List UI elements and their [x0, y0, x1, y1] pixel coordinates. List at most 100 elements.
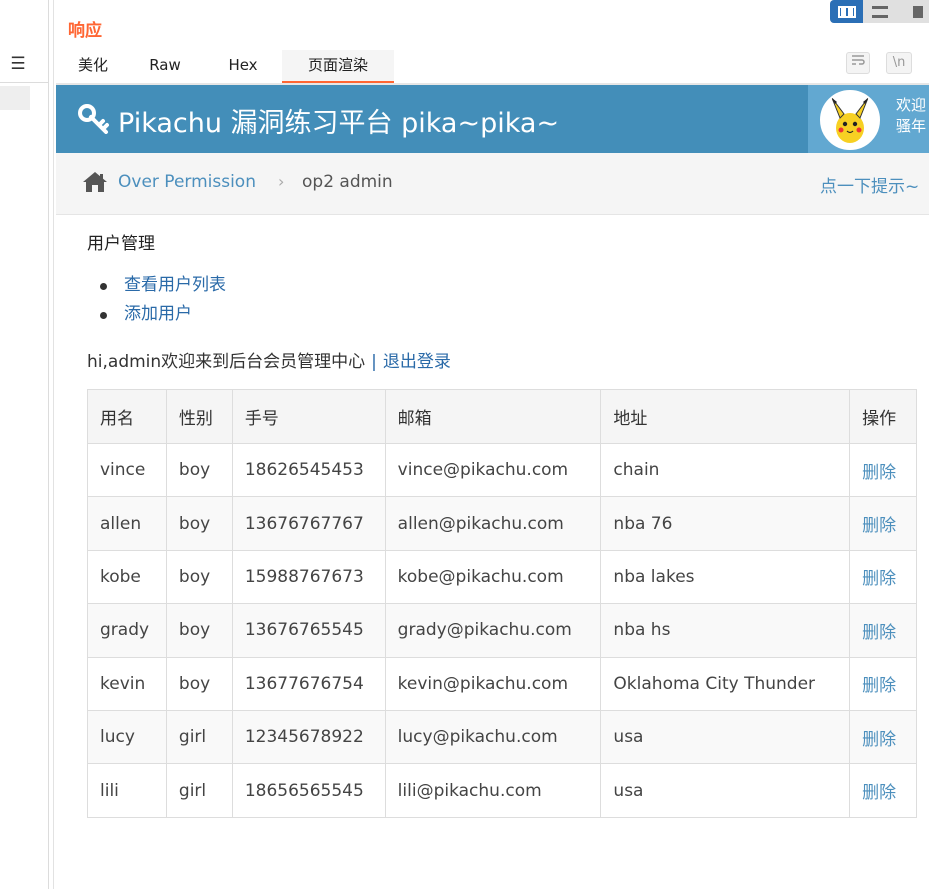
cell-email: grady@pikachu.com: [384, 603, 602, 658]
users-table: 用名 性别 手号 邮箱 地址 操作 vince boy 18626545453 …: [87, 389, 917, 818]
wrap-glyph: [852, 55, 865, 65]
cell-username: kobe: [87, 549, 167, 605]
cell-address: nba hs: [600, 603, 851, 658]
greeting-text: hi,admin欢迎来到后台会员管理中心: [87, 352, 366, 372]
cell-address: nba 76: [600, 496, 851, 551]
table-row: lucy girl 12345678922 lucy@pikachu.com u…: [87, 709, 917, 765]
panel-icon: [912, 5, 923, 18]
cell-username: lili: [87, 763, 167, 818]
tab-raw[interactable]: Raw: [126, 50, 204, 84]
tab-pretty[interactable]: 美化: [60, 50, 126, 84]
cell-email: lucy@pikachu.com: [384, 709, 602, 765]
cell-sex: boy: [165, 442, 233, 498]
cell-sex: boy: [165, 549, 233, 605]
breadcrumb-separator: ›: [278, 172, 285, 191]
hint-link[interactable]: 点一下提示~: [820, 172, 919, 197]
breadcrumb-link[interactable]: Over Permission: [118, 172, 256, 192]
breadcrumb-current: op2 admin: [302, 172, 393, 192]
table-header-row: 用名 性别 手号 邮箱 地址 操作: [87, 389, 917, 444]
col-header-action: 操作: [849, 389, 917, 444]
cell-address: nba lakes: [600, 549, 851, 605]
columns-icon: [837, 5, 856, 18]
cell-address: usa: [600, 709, 851, 765]
tab-render[interactable]: 页面渲染: [282, 50, 394, 84]
left-sidebar: ☰: [0, 0, 49, 889]
cell-address: usa: [600, 763, 851, 818]
cell-email: kevin@pikachu.com: [384, 656, 602, 711]
delete-link[interactable]: 删除: [849, 442, 917, 498]
cell-phone: 15988767673: [231, 549, 386, 605]
cell-username: allen: [87, 496, 167, 551]
table-row: kobe boy 15988767673 kobe@pikachu.com nb…: [87, 549, 917, 605]
col-header-email: 邮箱: [384, 389, 602, 444]
add-user-link[interactable]: 添加用户: [124, 304, 192, 324]
col-header-sex: 性别: [165, 389, 233, 444]
greeting-separator: |: [371, 352, 377, 372]
view-toggle: [830, 0, 929, 23]
col-header-username: 用名: [87, 389, 167, 444]
action-links: 查看用户列表 添加用户: [100, 272, 226, 330]
delete-link[interactable]: 删除: [849, 656, 917, 711]
site-banner: Pikachu 漏洞练习平台 pika~pika~: [56, 85, 929, 153]
cell-phone: 12345678922: [231, 709, 386, 765]
key-icon: [78, 104, 109, 134]
user-line-1: 欢迎: [896, 96, 927, 114]
cell-phone: 18626545453: [231, 442, 386, 498]
response-tabs: 美化 Raw Hex 页面渲染: [60, 50, 394, 84]
cell-address: chain: [600, 442, 851, 498]
rows-icon: [871, 5, 888, 18]
sidebar-selected-item[interactable]: [0, 86, 30, 110]
cell-phone: 18656565545: [231, 763, 386, 818]
cell-sex: boy: [165, 496, 233, 551]
user-box[interactable]: 欢迎 骚年: [808, 85, 929, 153]
cell-address: Oklahoma City Thunder: [600, 656, 851, 711]
pikachu-avatar-icon: [831, 97, 869, 143]
cell-sex: boy: [165, 603, 233, 658]
cell-email: vince@pikachu.com: [384, 442, 602, 498]
cell-username: grady: [87, 603, 167, 658]
delete-link[interactable]: 删除: [849, 496, 917, 551]
delete-link[interactable]: 删除: [849, 763, 917, 818]
sidebar-divider: [0, 82, 49, 83]
col-header-address: 地址: [600, 389, 851, 444]
list-item: 查看用户列表: [100, 272, 226, 301]
cell-username: kevin: [87, 656, 167, 711]
cell-username: lucy: [87, 709, 167, 765]
delete-link[interactable]: 删除: [849, 709, 917, 765]
single-view-button[interactable]: [896, 0, 929, 23]
delete-link[interactable]: 删除: [849, 549, 917, 605]
user-line-2: 骚年: [896, 117, 927, 135]
table-row: lili girl 18656565545 lili@pikachu.com u…: [87, 763, 917, 818]
response-title: 响应: [68, 21, 102, 41]
cell-sex: girl: [165, 709, 233, 765]
breadcrumb: Over Permission › op2 admin 点一下提示~: [56, 153, 929, 215]
list-item: 添加用户: [100, 301, 226, 330]
newline-toggle[interactable]: \n: [886, 52, 912, 74]
col-header-phone: 手号: [231, 389, 386, 444]
view-users-link[interactable]: 查看用户列表: [124, 275, 226, 295]
home-icon: [83, 172, 107, 192]
cell-phone: 13676767767: [231, 496, 386, 551]
cell-email: lili@pikachu.com: [384, 763, 602, 818]
greeting-line: hi,admin欢迎来到后台会员管理中心 | 退出登录: [87, 347, 451, 372]
menu-icon[interactable]: ☰: [8, 52, 28, 76]
avatar: [820, 90, 880, 150]
logout-link[interactable]: 退出登录: [383, 352, 451, 372]
split-view-button[interactable]: [830, 0, 863, 23]
cell-username: vince: [87, 442, 167, 498]
section-title: 用户管理: [87, 234, 155, 254]
user-greeting: 欢迎 骚年: [896, 95, 926, 137]
cell-phone: 13677676754: [231, 656, 386, 711]
wrap-lines-icon[interactable]: [846, 52, 870, 74]
cell-phone: 13676765545: [231, 603, 386, 658]
table-row: kevin boy 13677676754 kevin@pikachu.com …: [87, 656, 917, 711]
cell-sex: girl: [165, 763, 233, 818]
stacked-view-button[interactable]: [863, 0, 896, 23]
cell-email: allen@pikachu.com: [384, 496, 602, 551]
cell-email: kobe@pikachu.com: [384, 549, 602, 605]
site-brand[interactable]: Pikachu 漏洞练习平台 pika~pika~: [118, 101, 559, 140]
table-row: vince boy 18626545453 vince@pikachu.com …: [87, 442, 917, 498]
table-row: allen boy 13676767767 allen@pikachu.com …: [87, 496, 917, 551]
tab-hex[interactable]: Hex: [204, 50, 282, 84]
delete-link[interactable]: 删除: [849, 603, 917, 658]
